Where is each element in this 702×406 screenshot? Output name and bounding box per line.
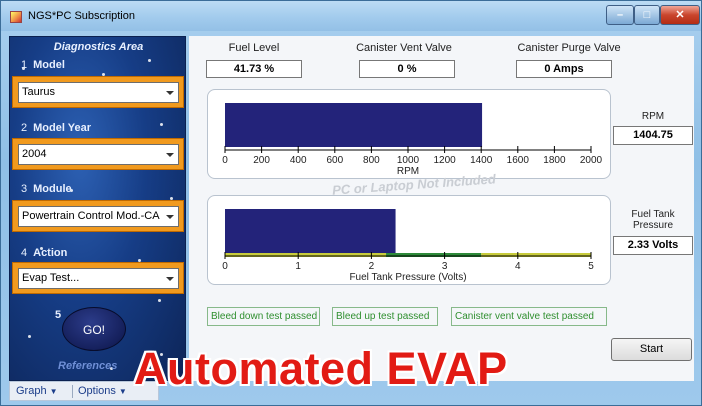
step-number: 2 xyxy=(21,122,28,134)
window-title: NGS*PC Subscription xyxy=(28,10,135,22)
fuel-bar xyxy=(225,209,396,253)
fuel-pressure-readout-value: 2.33 Volts xyxy=(613,236,693,255)
chevron-down-icon[interactable] xyxy=(166,153,174,157)
chevron-down-icon[interactable] xyxy=(166,277,174,281)
graph-menu[interactable]: Graph ▼ xyxy=(16,385,58,397)
rpm-tick-label: 600 xyxy=(326,155,343,166)
fuel-tick-label: 0 xyxy=(222,261,228,272)
action-select-frame: Evap Test... xyxy=(12,262,184,294)
rpm-readout-value: 1404.75 xyxy=(613,126,693,145)
fuel-pressure-readout-label: Fuel Tank Pressure xyxy=(613,209,693,231)
rpm-readout-label: RPM xyxy=(641,111,665,122)
step-action-label: 4 Action xyxy=(21,247,67,259)
rpm-tick-label: 1400 xyxy=(470,155,493,166)
close-button[interactable]: ✕ xyxy=(660,5,700,25)
fuel-pressure-chart: 0 1 2 3 4 5 Fuel Tank Pressure (Volts) xyxy=(207,195,611,285)
promo-banner: Automated EVAP xyxy=(134,343,508,394)
rpm-tick-label: 800 xyxy=(363,155,380,166)
chevron-down-icon: ▼ xyxy=(118,387,127,396)
fuel-axis-label: Fuel Tank Pressure (Volts) xyxy=(349,272,466,283)
maximize-button[interactable]: □ xyxy=(634,5,660,25)
rpm-chart: 0 200 400 600 800 1000 1200 1400 1600 1800 2000 RPM xyxy=(207,89,611,179)
chevron-down-icon[interactable] xyxy=(166,215,174,219)
references-link[interactable]: References xyxy=(58,360,117,372)
chevron-down-icon: ▼ xyxy=(49,387,58,396)
model-select-value: Taurus xyxy=(22,86,56,98)
readout-label-line: Pressure xyxy=(632,220,673,231)
vent-valve-status: Canister vent valve test passed xyxy=(451,307,607,326)
step-label-text: Module xyxy=(33,183,72,195)
model-select[interactable]: Taurus xyxy=(18,82,179,103)
model-year-select-frame: 2004 xyxy=(12,138,184,170)
app-icon xyxy=(10,11,22,23)
rpm-tick-label: 0 xyxy=(222,155,228,166)
fuel-tick-label: 1 xyxy=(295,261,301,272)
model-year-select[interactable]: 2004 xyxy=(18,144,179,165)
fuel-tick-label: 4 xyxy=(515,261,521,272)
rpm-chart-svg: 0 200 400 600 800 1000 1200 1400 1600 1800 2000 RPM xyxy=(222,103,603,177)
fuel-tick-label: 2 xyxy=(369,261,375,272)
diagnostics-area: Diagnostics Area 1 Model Taurus 2 Model Ye… xyxy=(9,36,186,381)
canister-vent-label: Canister Vent Valve xyxy=(356,42,452,54)
rpm-tick-label: 400 xyxy=(290,155,307,166)
options-menu[interactable]: Options ▼ xyxy=(78,385,127,397)
action-select[interactable]: Evap Test... xyxy=(18,268,179,289)
canister-vent-value: 0 % xyxy=(359,60,455,78)
canister-purge-label: Canister Purge Valve xyxy=(517,42,621,54)
step-number: 1 xyxy=(21,59,28,71)
module-select[interactable]: Powertrain Control Mod.-CA xyxy=(18,206,179,227)
start-button[interactable]: Start xyxy=(611,338,692,361)
rpm-axis-label: RPM xyxy=(397,166,419,177)
bleed-up-status: Bleed up test passed xyxy=(332,307,438,326)
step-label-text: Model xyxy=(33,59,65,71)
chevron-down-icon[interactable] xyxy=(166,91,174,95)
rpm-tick-label: 1000 xyxy=(397,155,420,166)
module-select-frame: Powertrain Control Mod.-CA xyxy=(12,200,184,232)
canister-purge-value: 0 Amps xyxy=(516,60,612,78)
step-label-text: Action xyxy=(33,247,68,259)
title-bar[interactable]: NGS*PC Subscription – □ ✕ xyxy=(1,1,701,31)
step-module-label: 3 Module xyxy=(21,183,72,195)
rpm-tick-label: 1800 xyxy=(543,155,566,166)
menu-divider xyxy=(72,385,73,398)
readout-label-line: Fuel Tank xyxy=(631,209,675,220)
bleed-down-status: Bleed down test passed xyxy=(207,307,320,326)
graph-menu-label: Graph xyxy=(16,385,47,397)
rpm-tick-label: 200 xyxy=(253,155,270,166)
rpm-tick-label: 2000 xyxy=(580,155,603,166)
rpm-bar xyxy=(225,103,483,147)
fuel-tick-label: 3 xyxy=(442,261,448,272)
fuel-level-label: Fuel Level xyxy=(228,42,280,54)
go-button[interactable]: GO! xyxy=(62,307,126,351)
fuel-tick-label: 5 xyxy=(588,261,594,272)
step-go-number: 5 xyxy=(55,309,62,321)
module-select-value: Powertrain Control Mod.-CA xyxy=(22,210,160,222)
step-label-text: Model Year xyxy=(33,122,92,134)
model-year-select-value: 2004 xyxy=(22,148,47,160)
rpm-tick-label: 1200 xyxy=(433,155,456,166)
action-select-value: Evap Test... xyxy=(22,272,80,284)
options-menu-label: Options xyxy=(78,385,116,397)
step-number: 3 xyxy=(21,183,28,195)
fuel-pressure-chart-svg: 0 1 2 3 4 5 Fuel Tank Pressure (Volts) xyxy=(222,209,594,283)
model-select-frame: Taurus xyxy=(12,76,184,108)
rpm-tick-label: 1600 xyxy=(507,155,530,166)
step-model-label: 1 Model xyxy=(21,59,65,71)
sidebar-title: Diagnostics Area xyxy=(53,41,144,53)
minimize-button[interactable]: – xyxy=(606,5,634,25)
app-window: NGS*PC Subscription – □ ✕ Diagnostics Ar… xyxy=(0,0,702,406)
fuel-level-value: 41.73 % xyxy=(206,60,302,78)
step-model-year-label: 2 Model Year xyxy=(21,122,91,134)
step-number: 4 xyxy=(21,247,28,259)
